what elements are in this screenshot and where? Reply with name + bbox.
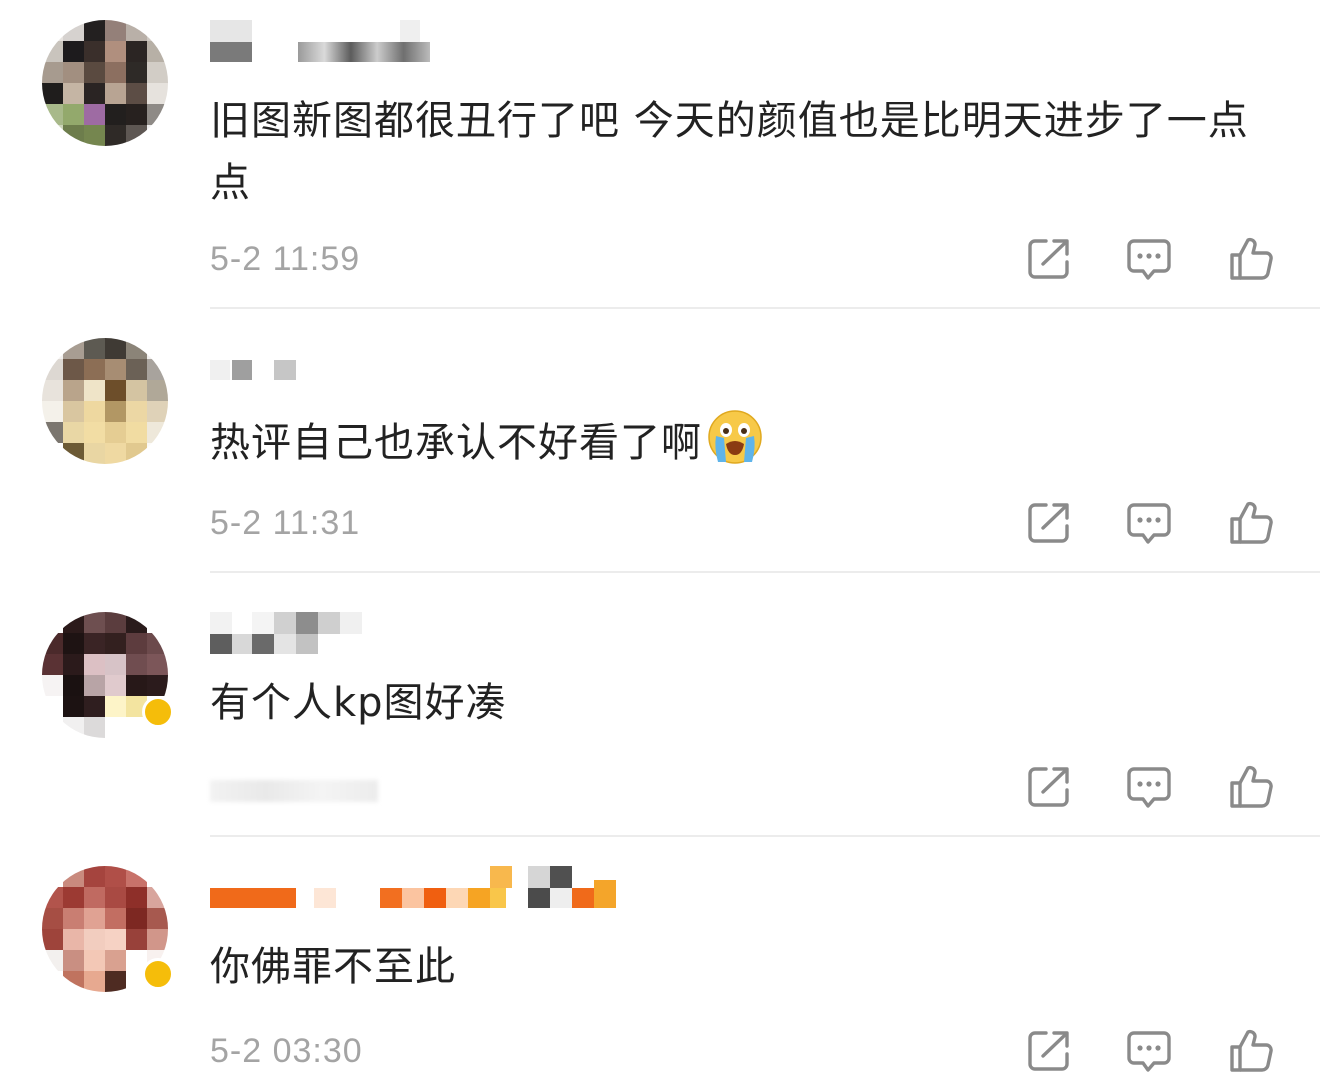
comment-timestamp: 5-2 11:59	[210, 240, 361, 278]
like-button[interactable]	[1228, 500, 1274, 546]
like-button[interactable]	[1228, 1028, 1274, 1074]
comment-button[interactable]	[1126, 1028, 1172, 1074]
divider	[210, 571, 1320, 573]
comment-text-content: 热评自己也承认不好看了啊	[210, 420, 702, 466]
verified-badge-icon	[142, 958, 174, 990]
share-icon	[1028, 503, 1069, 543]
divider	[210, 307, 1320, 309]
comment-timestamp: 5-2 11:31	[210, 504, 361, 542]
comment-icon	[1127, 1031, 1171, 1072]
thumbs-up-icon	[1230, 765, 1273, 808]
avatar[interactable]	[42, 20, 168, 146]
share-button[interactable]	[1026, 764, 1072, 810]
loudly-crying-face-icon	[706, 408, 764, 466]
share-button[interactable]	[1026, 236, 1072, 282]
thumbs-up-icon	[1230, 501, 1273, 544]
comment-icon	[1127, 503, 1171, 544]
username-blurred[interactable]	[210, 20, 430, 62]
comment-text: 你佛罪不至此	[210, 944, 456, 990]
share-button[interactable]	[1026, 1028, 1072, 1074]
timestamp-blurred	[210, 780, 378, 802]
comment-icon	[1127, 239, 1171, 280]
share-icon	[1028, 239, 1069, 279]
verified-badge-icon	[142, 696, 174, 728]
comment-button[interactable]	[1126, 236, 1172, 282]
comment-text: 有个人kp图好凑	[210, 680, 507, 726]
share-icon	[1028, 1031, 1069, 1071]
thumbs-up-icon	[1230, 237, 1273, 280]
comment-button[interactable]	[1126, 764, 1172, 810]
comment-text: 旧图新图都很丑行了吧 今天的颜值也是比明天进步了一点点	[210, 98, 1249, 206]
thumbs-up-icon	[1230, 1029, 1273, 1072]
comment-button[interactable]	[1126, 500, 1172, 546]
like-button[interactable]	[1228, 764, 1274, 810]
share-icon	[1028, 767, 1069, 807]
comment-text: 热评自己也承认不好看了啊	[210, 408, 1270, 474]
like-button[interactable]	[1228, 236, 1274, 282]
comment-timestamp: 5-2 03:30	[210, 1032, 363, 1070]
divider	[210, 835, 1320, 837]
comment-icon	[1127, 767, 1171, 808]
share-button[interactable]	[1026, 500, 1072, 546]
avatar[interactable]	[42, 338, 168, 464]
